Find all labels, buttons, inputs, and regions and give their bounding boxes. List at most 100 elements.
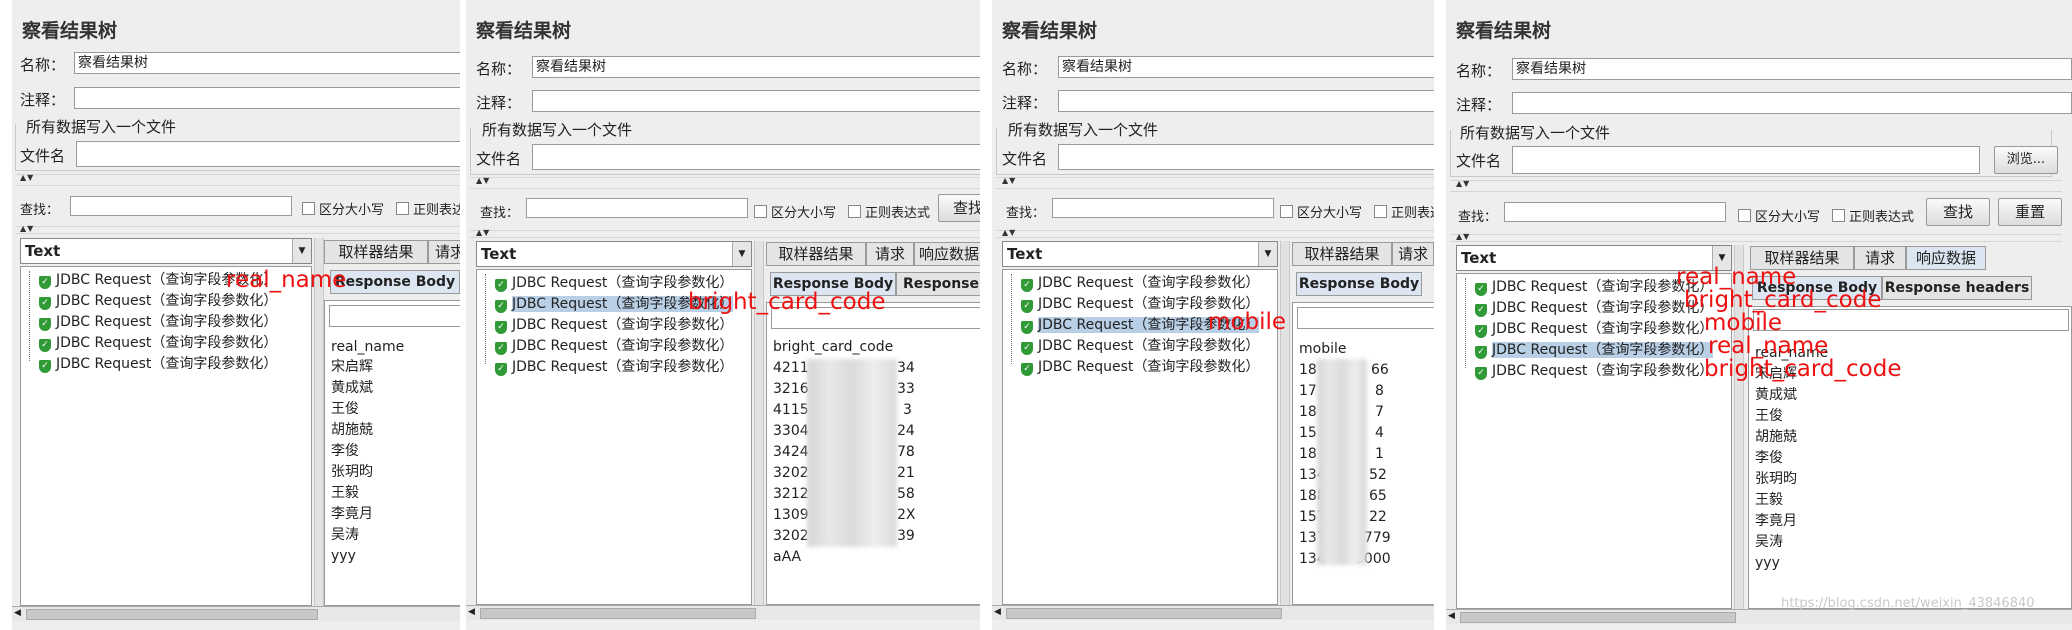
- comment-field[interactable]: [1058, 90, 1434, 112]
- file-field[interactable]: [532, 144, 980, 170]
- reset-button[interactable]: 重置: [1998, 198, 2062, 226]
- tab-sampler-result[interactable]: 取样器结果: [766, 242, 866, 266]
- tree-item[interactable]: ✓ JDBC Request（查询字段参数化）: [495, 337, 733, 355]
- arrow-left-icon[interactable]: ◀: [14, 608, 21, 618]
- splitter-arrows-icon[interactable]: ▲▼: [1002, 228, 1016, 237]
- tree-item[interactable]: ✓ JDBC Request（查询字段参数化）: [39, 355, 277, 373]
- name-field[interactable]: 察看结果树: [1058, 56, 1434, 78]
- name-field[interactable]: 察看结果树: [532, 56, 980, 78]
- file-field[interactable]: [1058, 144, 1434, 170]
- response-line-tail: 22: [1369, 509, 1387, 525]
- search-label: 查找：: [1006, 206, 1046, 221]
- tree-item[interactable]: ✓ JDBC Request（查询字段参数化）: [39, 292, 277, 310]
- tab-request[interactable]: 请求: [428, 240, 460, 264]
- tab-request[interactable]: 请求: [866, 242, 914, 266]
- arrow-left-icon[interactable]: ◀: [1448, 611, 1455, 621]
- scroll-thumb[interactable]: [480, 608, 756, 619]
- find-button[interactable]: 查找: [938, 194, 980, 222]
- tree-item[interactable]: ✓ JDBC Request（查询字段参数化）: [39, 313, 277, 331]
- scroll-thumb[interactable]: [26, 609, 318, 620]
- case-sensitive-checkbox[interactable]: 区分大小写: [1280, 202, 1362, 221]
- splitter-arrows-icon[interactable]: ▲▼: [1002, 176, 1016, 185]
- search-input[interactable]: [70, 196, 292, 216]
- file-field[interactable]: [1512, 146, 1980, 174]
- tree-item[interactable]: ✓ JDBC Request（查询字段参数化）: [495, 316, 733, 334]
- name-field[interactable]: 察看结果树: [1512, 58, 2072, 80]
- splitter-arrows-icon[interactable]: ▲▼: [476, 176, 490, 185]
- scroll-thumb[interactable]: [1460, 612, 1736, 623]
- scroll-thumb[interactable]: [1006, 608, 1282, 619]
- tree-item[interactable]: ✓ JDBC Request（查询字段参数化）: [39, 334, 277, 352]
- tab-response-headers[interactable]: Response: [896, 272, 980, 296]
- tab-response-data[interactable]: 响应数据: [914, 242, 980, 266]
- regex-checkbox[interactable]: 正则表达式: [1832, 206, 1914, 225]
- tab-sampler-result[interactable]: 取样器结果: [324, 240, 428, 264]
- annotation-label: real_name: [1708, 333, 1829, 359]
- renderer-select[interactable]: Text ▼: [476, 241, 752, 267]
- splitter-arrows-icon[interactable]: ▲▼: [476, 228, 490, 237]
- splitter[interactable]: [16, 174, 460, 186]
- splitter[interactable]: [16, 226, 460, 234]
- response-line: 黄成斌: [1755, 387, 1797, 403]
- find-button[interactable]: 查找: [1926, 198, 1990, 226]
- tree-item[interactable]: ✓ JDBC Request（查询字段参数化）: [1475, 362, 1713, 380]
- regex-checkbox[interactable]: 正则表达: [1374, 202, 1434, 221]
- comment-field[interactable]: [532, 90, 980, 112]
- vertical-splitter[interactable]: [1280, 241, 1290, 605]
- tab-request[interactable]: 请求: [1392, 242, 1434, 266]
- horizontal-scrollbar[interactable]: ◀: [992, 605, 1434, 620]
- tab-response-body[interactable]: Response Body: [1296, 272, 1422, 296]
- splitter[interactable]: [470, 230, 980, 238]
- tree-line: [1011, 274, 1012, 364]
- search-input[interactable]: [526, 198, 748, 218]
- arrow-left-icon[interactable]: ◀: [994, 607, 1001, 617]
- comment-field[interactable]: [74, 87, 460, 109]
- tab-request[interactable]: 请求: [1854, 246, 1906, 270]
- splitter[interactable]: [1450, 180, 2062, 192]
- case-sensitive-checkbox[interactable]: 区分大小写: [1738, 206, 1820, 225]
- response-line: aAA: [773, 549, 802, 565]
- splitter[interactable]: [996, 177, 1434, 189]
- splitter-arrows-icon[interactable]: ▲▼: [1456, 179, 1470, 188]
- renderer-select[interactable]: Text ▼: [1002, 241, 1278, 267]
- tab-response-headers[interactable]: Response headers: [1882, 276, 2032, 300]
- tree-item-selected[interactable]: ✓ JDBC Request（查询字段参数化）: [1475, 341, 1714, 359]
- vertical-splitter[interactable]: [314, 238, 324, 606]
- tree-item[interactable]: ✓ JDBC Request（查询字段参数化）: [1021, 358, 1259, 376]
- success-shield-icon: ✓: [1475, 346, 1487, 359]
- splitter-arrows-icon[interactable]: ▲▼: [20, 224, 34, 233]
- annotation-label: mobile: [1208, 309, 1287, 335]
- file-field[interactable]: [76, 141, 460, 167]
- name-field[interactable]: 察看结果树: [74, 52, 460, 74]
- horizontal-scrollbar[interactable]: ◀: [12, 606, 460, 621]
- regex-checkbox[interactable]: 正则表达: [396, 199, 460, 218]
- splitter[interactable]: [470, 177, 980, 189]
- splitter[interactable]: [1450, 234, 2062, 242]
- tree-item[interactable]: ✓ JDBC Request（查询字段参数化）: [1475, 320, 1713, 338]
- search-input[interactable]: [1504, 202, 1726, 222]
- regex-checkbox[interactable]: 正则表达式: [848, 202, 930, 221]
- renderer-select[interactable]: Text ▼: [20, 238, 312, 264]
- response-line-tail: 2X: [897, 507, 916, 523]
- arrow-left-icon[interactable]: ◀: [468, 607, 475, 617]
- response-search[interactable]: [1297, 307, 1434, 329]
- case-sensitive-checkbox[interactable]: 区分大小写: [754, 202, 836, 221]
- horizontal-scrollbar[interactable]: ◀: [466, 605, 980, 620]
- response-search[interactable]: [329, 305, 460, 327]
- tab-response-data[interactable]: 响应数据: [1906, 246, 1986, 270]
- case-sensitive-checkbox[interactable]: 区分大小写: [302, 199, 384, 218]
- search-input[interactable]: [1052, 198, 1274, 218]
- tree-item[interactable]: ✓ JDBC Request（查询字段参数化）: [495, 358, 733, 376]
- chevron-down-icon: ▼: [292, 239, 311, 263]
- tree-item[interactable]: ✓ JDBC Request（查询字段参数化）: [1021, 337, 1259, 355]
- tree-item[interactable]: ✓ JDBC Request（查询字段参数化）: [1475, 299, 1713, 317]
- splitter-arrows-icon[interactable]: ▲▼: [1456, 232, 1470, 241]
- tab-sampler-result[interactable]: 取样器结果: [1292, 242, 1392, 266]
- splitter-arrows-icon[interactable]: ▲▼: [20, 173, 34, 182]
- tab-response-body[interactable]: Response Body: [330, 270, 460, 294]
- horizontal-scrollbar[interactable]: ◀: [1446, 609, 2072, 624]
- tree-item[interactable]: ✓ JDBC Request（查询字段参数化）: [1021, 274, 1259, 292]
- browse-button[interactable]: 浏览...: [1994, 146, 2058, 174]
- splitter[interactable]: [996, 230, 1434, 238]
- comment-field[interactable]: [1512, 92, 2072, 114]
